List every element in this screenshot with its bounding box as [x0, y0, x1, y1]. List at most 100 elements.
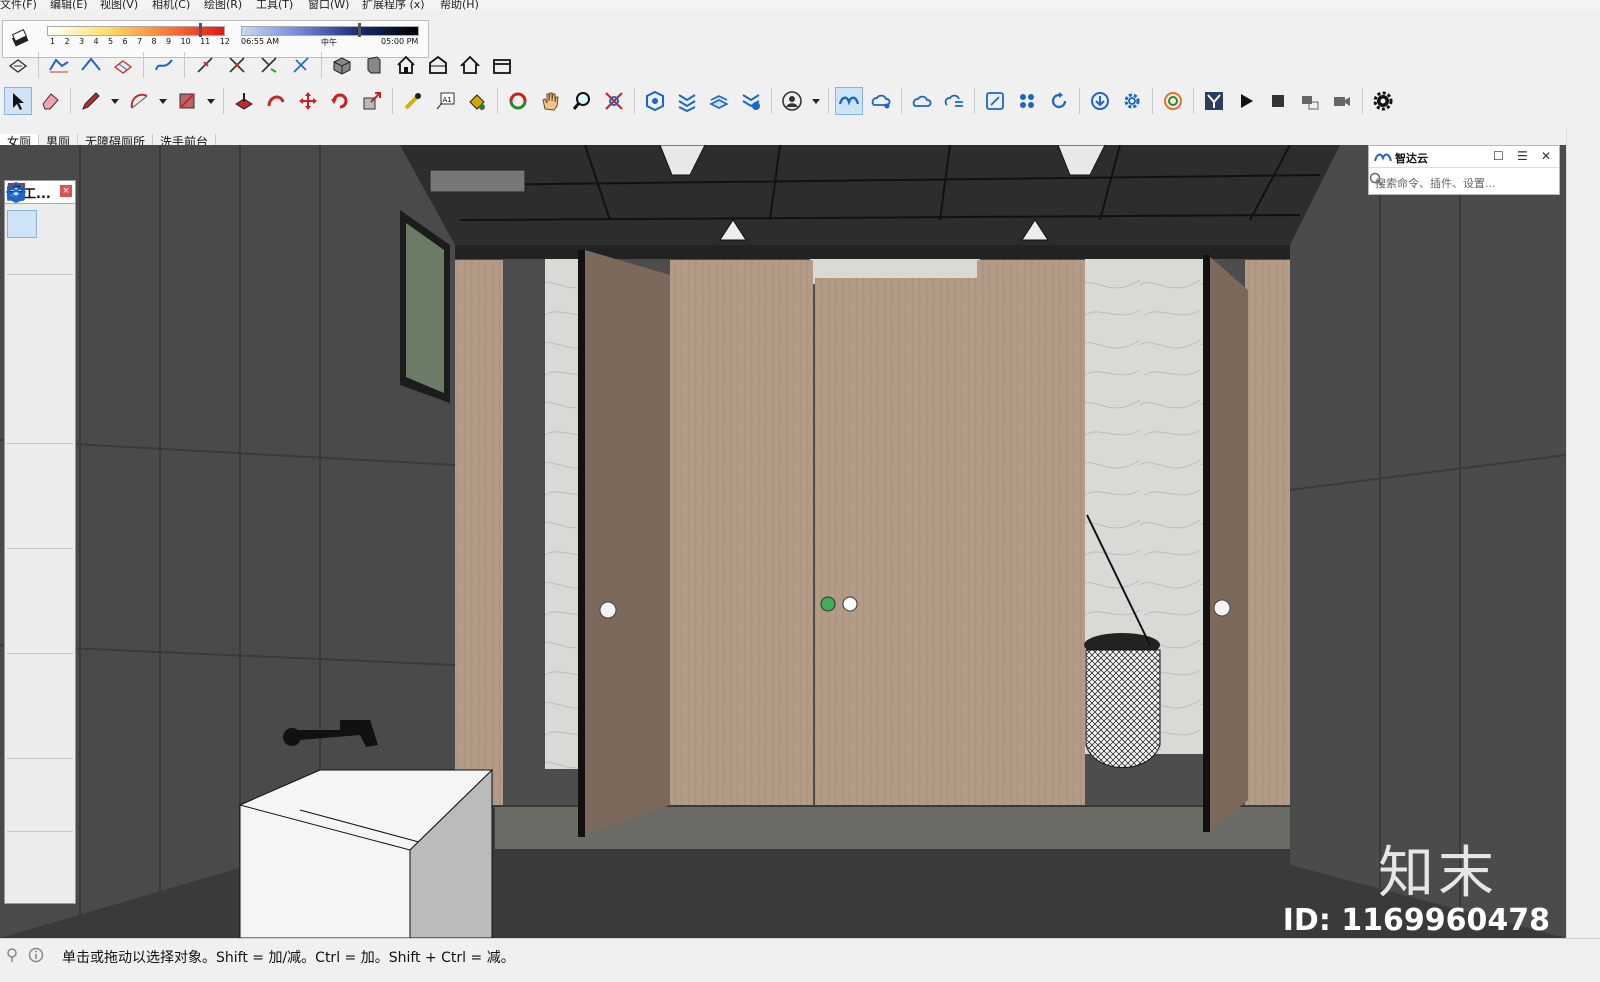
- 3d-warehouse-icon[interactable]: [641, 87, 669, 115]
- extension-warehouse-icon[interactable]: [7, 185, 71, 868]
- arc-tool-icon[interactable]: [7, 184, 37, 407]
- cloud-share-icon[interactable]: [867, 87, 895, 115]
- three-point-arc-icon[interactable]: [7, 184, 37, 439]
- menu-window[interactable]: 窗口(W): [308, 0, 349, 10]
- section-plane-icon[interactable]: [4, 51, 32, 79]
- components-icon[interactable]: [1013, 87, 1041, 115]
- camera-sync-icon[interactable]: [1296, 87, 1324, 115]
- menu-draw[interactable]: 绘图(R): [204, 0, 242, 10]
- play-icon[interactable]: [1232, 87, 1260, 115]
- time-slider-thumb[interactable]: [358, 23, 361, 37]
- maximize-icon[interactable]: ☐: [1493, 149, 1504, 163]
- month-slider-thumb[interactable]: [199, 23, 202, 37]
- video-camera-icon[interactable]: [1328, 87, 1356, 115]
- move-tool-icon[interactable]: [7, 183, 37, 480]
- chevron-down-icon[interactable]: [157, 87, 169, 115]
- smart-edge-icon[interactable]: [287, 51, 315, 79]
- protractor-icon[interactable]: [7, 184, 37, 617]
- settings-gear-icon[interactable]: [1118, 87, 1146, 115]
- front-view-icon[interactable]: [392, 51, 420, 79]
- 3d-warehouse-icon[interactable]: [7, 181, 37, 868]
- make-component-icon[interactable]: [7, 182, 71, 238]
- zoom-tool-icon[interactable]: [6, 183, 37, 722]
- menu-view[interactable]: 视图(V): [100, 0, 138, 10]
- chevron-down-icon[interactable]: [205, 87, 217, 115]
- info-icon[interactable]: [28, 947, 44, 963]
- look-around-icon[interactable]: [6, 185, 71, 795]
- sandbox-scratch-icon[interactable]: [77, 51, 105, 79]
- extension-manager-icon[interactable]: [7, 185, 71, 900]
- menu-camera[interactable]: 相机(C): [152, 0, 190, 10]
- menu-tools[interactable]: 工具(T): [256, 0, 293, 10]
- close-icon[interactable]: ✕: [1541, 149, 1551, 163]
- add-detail-icon[interactable]: [223, 51, 251, 79]
- eraser-icon[interactable]: [8, 184, 71, 270]
- rectangle-tool-icon[interactable]: [7, 184, 37, 343]
- refresh-icon[interactable]: [1045, 87, 1073, 115]
- paint-bucket-icon[interactable]: [463, 87, 491, 115]
- freehand-tool-icon[interactable]: [7, 185, 71, 311]
- menu-help[interactable]: 帮助(H): [440, 0, 479, 10]
- position-camera-icon[interactable]: [7, 184, 37, 795]
- text-tool-icon[interactable]: A1: [10, 183, 71, 617]
- frame-tool-icon[interactable]: [981, 87, 1009, 115]
- pencil-tool-icon[interactable]: [77, 87, 105, 115]
- time-slider[interactable]: [241, 26, 419, 36]
- gear-icon[interactable]: [1369, 87, 1397, 115]
- tape-measure-icon[interactable]: [7, 185, 37, 585]
- paint-bucket-icon[interactable]: [7, 185, 37, 270]
- menu-edit[interactable]: 编辑(E): [50, 0, 88, 10]
- zoom-extents-icon[interactable]: [7, 183, 37, 754]
- stamp-icon[interactable]: [150, 51, 178, 79]
- flip-edge-icon[interactable]: [255, 51, 283, 79]
- chevron-down-icon[interactable]: [109, 87, 121, 115]
- eraser-icon[interactable]: [36, 87, 64, 115]
- two-point-arc-icon[interactable]: [8, 184, 71, 407]
- chevron-down-icon[interactable]: [810, 87, 822, 115]
- walk-tool-icon[interactable]: [7, 184, 37, 827]
- polygon-tool-icon[interactable]: [7, 183, 71, 375]
- stop-icon[interactable]: [1264, 87, 1292, 115]
- scale-tool-icon[interactable]: [7, 183, 37, 544]
- line-tool-icon[interactable]: [7, 183, 37, 311]
- zoom-window-icon[interactable]: [8, 183, 71, 722]
- left-view-icon[interactable]: [488, 51, 516, 79]
- select-tool-icon[interactable]: [4, 87, 32, 115]
- menu-file[interactable]: 文件(F): [0, 0, 37, 10]
- push-pull-icon[interactable]: [7, 189, 71, 480]
- orbit-tool-icon[interactable]: [7, 183, 37, 690]
- back-view-icon[interactable]: [456, 51, 484, 79]
- axes-tool-icon[interactable]: [7, 184, 37, 649]
- rectangle-tool-icon[interactable]: [173, 87, 201, 115]
- search-icon[interactable]: [1369, 172, 1383, 186]
- follow-me-icon[interactable]: [7, 186, 71, 512]
- extension-manager-icon[interactable]: [737, 87, 765, 115]
- rotated-rectangle-icon[interactable]: [8, 184, 71, 343]
- tape-measure-icon[interactable]: [399, 87, 427, 115]
- follow-me-icon[interactable]: [262, 87, 290, 115]
- orbit-tool-icon[interactable]: [504, 87, 532, 115]
- layout-send-icon[interactable]: [705, 87, 733, 115]
- cloud-sync-icon[interactable]: [908, 87, 936, 115]
- circle-tool-icon[interactable]: [7, 183, 37, 375]
- rotate-tool-icon[interactable]: [7, 184, 37, 512]
- sandbox-contours-icon[interactable]: [45, 51, 73, 79]
- download-icon[interactable]: [1086, 87, 1114, 115]
- pan-tool-icon[interactable]: [8, 183, 71, 690]
- previous-view-icon[interactable]: [8, 183, 71, 754]
- pan-tool-icon[interactable]: [536, 87, 564, 115]
- arc-tool-icon[interactable]: [125, 87, 153, 115]
- account-icon[interactable]: [778, 87, 806, 115]
- geo-location-icon[interactable]: [4, 947, 20, 963]
- enscape-icon[interactable]: [1200, 87, 1228, 115]
- layout-send-icon[interactable]: [6, 186, 37, 900]
- section-plane-icon[interactable]: [7, 183, 71, 827]
- drape-icon[interactable]: [191, 51, 219, 79]
- cloud-list-icon[interactable]: [940, 87, 968, 115]
- model-viewport[interactable]: 大工... × 智达云 ☐ ☰ ✕ 搜索命令、插件、设置...: [0, 145, 1566, 938]
- right-view-icon[interactable]: [424, 51, 452, 79]
- pie-tool-icon[interactable]: [8, 184, 71, 439]
- top-view-icon[interactable]: [360, 51, 388, 79]
- smoove-icon[interactable]: [109, 51, 137, 79]
- iso-view-icon[interactable]: [328, 51, 356, 79]
